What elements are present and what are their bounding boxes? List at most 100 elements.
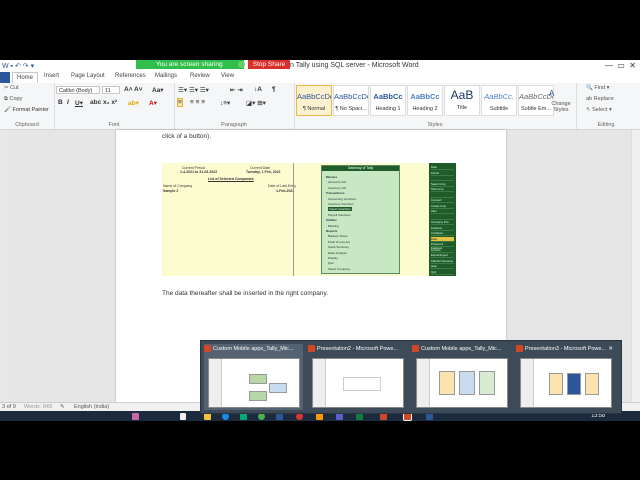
tab-mailings[interactable]: Mailings: [155, 73, 177, 79]
word-count[interactable]: Words: 843: [24, 404, 52, 410]
menu-item[interactable]: Inventory Vouchers: [328, 202, 354, 206]
style-heading-1[interactable]: AaBbCc Heading 1: [370, 85, 406, 116]
align-center-icon[interactable]: ≡ ≡ ≡: [190, 99, 205, 106]
bullets-icon[interactable]: ☰▾ ☰▾ ☰▾: [178, 86, 209, 94]
tally-panel-button[interactable]: Features: [431, 226, 454, 231]
cut-button[interactable]: ✂ Cut: [4, 85, 19, 91]
tally-panel-button[interactable]: Alter: [431, 209, 454, 214]
format-painter-button[interactable]: 🖌 Format Painter: [4, 107, 49, 113]
word-icon[interactable]: [426, 413, 433, 420]
tab-file[interactable]: [0, 72, 10, 83]
excel-icon[interactable]: [356, 413, 363, 420]
tally-panel-button[interactable]: Connect: [431, 198, 454, 203]
style-normal[interactable]: AaBbCcDc ¶ Normal: [296, 85, 332, 116]
menu-item[interactable]: Import Vouchers: [328, 207, 352, 212]
search-icon[interactable]: [180, 413, 186, 420]
strikethrough-icon[interactable]: abc x₂ x²: [90, 99, 117, 106]
tab-page-layout[interactable]: Page Layout: [71, 73, 105, 79]
menu-item[interactable]: Accounts Info.: [328, 180, 347, 184]
tally-panel-button[interactable]: Help: [431, 264, 454, 269]
menu-item[interactable]: Inventory Info.: [328, 186, 347, 190]
change-styles-button[interactable]: Change Styles: [548, 101, 574, 113]
app-icon[interactable]: [132, 413, 139, 420]
italic-icon[interactable]: I: [67, 99, 69, 106]
vertical-scrollbar[interactable]: [631, 130, 640, 402]
highlight-icon[interactable]: ab▾: [128, 99, 139, 107]
tally-panel-button[interactable]: Shut Cmp: [431, 187, 454, 192]
proofing-icon[interactable]: ✎: [60, 404, 65, 410]
sort-icon[interactable]: ↕A: [254, 86, 262, 93]
menu-item[interactable]: Quit: [328, 261, 334, 265]
quick-access-toolbar[interactable]: W ▪ ↶ ↷ ▾: [2, 62, 34, 70]
thumbnail-window[interactable]: Custom Mobile apps_Tally_Mic...: [204, 344, 303, 410]
pilcrow-icon[interactable]: ¶: [272, 86, 276, 93]
thumbnail-window[interactable]: Custom Mobile apps_Tally_Mic...: [412, 344, 511, 410]
line-spacing-icon[interactable]: ↕≡▾: [220, 99, 230, 107]
tab-references[interactable]: References: [115, 73, 146, 79]
tally-panel-button[interactable]: Data: [431, 236, 454, 242]
tab-view[interactable]: View: [221, 73, 234, 79]
font-size-box[interactable]: 11: [102, 86, 120, 94]
tally-panel-button[interactable]: Product & Features: [431, 242, 454, 250]
tally-panel-button[interactable]: Export/Import: [431, 253, 454, 258]
underline-icon[interactable]: U▾: [75, 99, 83, 107]
select-button[interactable]: ↖ Select ▾: [586, 107, 612, 113]
style-no-spacing[interactable]: AaBbCcDc ¶ No Spaci...: [333, 85, 369, 116]
indent-icon[interactable]: ⇤ ⇥: [230, 86, 243, 94]
thumbnail-window[interactable]: Presentation3 - Microsoft Powe... ✕: [516, 344, 615, 410]
change-case-icon[interactable]: Aa▾: [152, 86, 164, 94]
powerpoint-icon[interactable]: [380, 413, 387, 420]
tally-panel-button[interactable]: [431, 215, 454, 220]
tally-panel-button[interactable]: [431, 176, 454, 181]
style-title[interactable]: AaB Title: [444, 85, 480, 116]
tally-panel-button[interactable]: Tally.Net Services: [431, 259, 454, 264]
teams-icon[interactable]: [336, 413, 343, 420]
shading-icon[interactable]: ◪▾ ⊞▾: [246, 99, 266, 107]
tally-panel-button[interactable]: [431, 193, 454, 198]
app-icon[interactable]: [296, 413, 303, 420]
font-name-box[interactable]: Calibri (Body): [56, 86, 100, 94]
menu-item[interactable]: Payroll Vouchers: [328, 213, 351, 217]
bold-icon[interactable]: B: [58, 99, 63, 106]
tally-panel-button[interactable]: Licence: [431, 248, 454, 253]
tally-panel-button[interactable]: Quit: [431, 270, 454, 275]
tab-insert[interactable]: Insert: [44, 73, 59, 79]
app-icon[interactable]: [316, 413, 323, 420]
tally-panel-button[interactable]: Period: [431, 171, 454, 176]
chrome-icon[interactable]: [258, 413, 265, 420]
replace-button[interactable]: ab Replace: [586, 96, 614, 102]
align-left-icon[interactable]: ≡: [177, 98, 183, 107]
page-count[interactable]: 3 of 9: [2, 404, 16, 410]
tally-panel-button[interactable]: Configure: [431, 231, 454, 236]
copy-button[interactable]: ⧉ Copy: [4, 96, 22, 103]
style-subtitle[interactable]: AaBbCc. Subtitle: [481, 85, 517, 116]
thumbnail-window[interactable]: Presentation2 - Microsoft Powe...: [308, 344, 407, 410]
language-indicator[interactable]: English (India): [74, 404, 109, 410]
folder-icon[interactable]: [204, 413, 211, 420]
menu-item[interactable]: Select Company: [328, 267, 350, 271]
tab-review[interactable]: Review: [190, 73, 210, 79]
stop-share-button[interactable]: Stop Share: [248, 60, 290, 69]
menu-item[interactable]: Display: [328, 256, 338, 260]
change-styles-icon[interactable]: A: [549, 89, 554, 98]
find-button[interactable]: 🔍 Find ▾: [586, 85, 609, 91]
menu-item[interactable]: Ratio Analysis: [328, 251, 347, 255]
powerpoint-active-icon[interactable]: [403, 412, 412, 421]
style-heading-2[interactable]: AaBbCc Heading 2: [407, 85, 443, 116]
grow-font-icon[interactable]: A˄ A˅: [124, 86, 143, 93]
tab-home[interactable]: Home: [12, 72, 39, 83]
menu-item[interactable]: Banking: [328, 224, 339, 228]
close-icon[interactable]: ✕: [608, 344, 613, 354]
store-icon[interactable]: [240, 413, 247, 420]
menu-item[interactable]: Accounting Vouchers: [328, 197, 356, 201]
menu-item[interactable]: Balance Sheet: [328, 234, 348, 238]
word-icon[interactable]: [276, 413, 283, 420]
menu-item[interactable]: Profit & Loss A/c: [328, 240, 350, 244]
tally-panel-button[interactable]: Create Cmp: [431, 204, 454, 209]
tally-panel-button[interactable]: Company Info.: [431, 220, 454, 225]
edge-icon[interactable]: [222, 413, 229, 420]
menu-item[interactable]: Stock Summary: [328, 245, 349, 249]
window-controls[interactable]: — ▭ ✕: [605, 61, 636, 70]
tally-panel-button[interactable]: Select Cmp: [431, 182, 454, 187]
font-color-icon[interactable]: A▾: [149, 99, 157, 107]
